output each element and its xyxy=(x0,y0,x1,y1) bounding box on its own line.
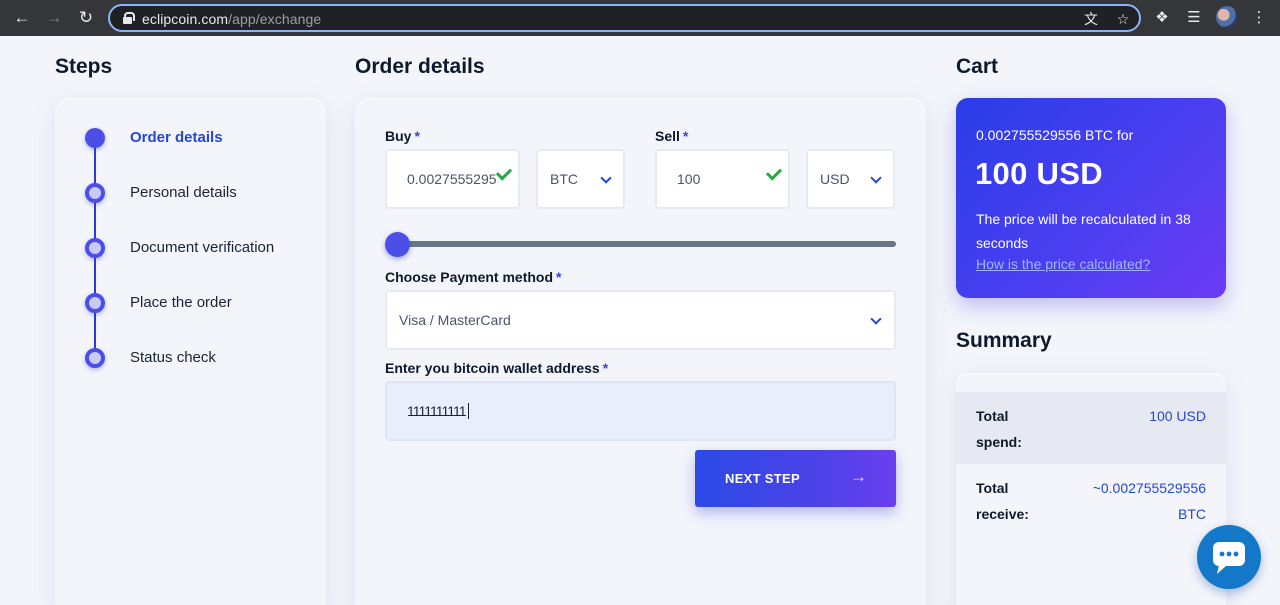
translate-icon[interactable]: 文 xyxy=(1081,9,1101,29)
chat-widget-button[interactable] xyxy=(1197,525,1261,589)
next-step-label: NEXT STEP xyxy=(725,471,800,486)
buy-amount-input[interactable]: 0.0027555295 xyxy=(385,149,520,209)
summary-row: Total spend: 100 USD xyxy=(956,392,1226,464)
sell-label: Sell * xyxy=(655,128,688,144)
summary-title: Summary xyxy=(956,329,1052,352)
buy-amount-value: 0.0027555295 xyxy=(407,171,497,187)
profile-avatar[interactable] xyxy=(1216,6,1238,28)
order-details-title: Order details xyxy=(355,55,485,78)
cart-btc-line: 0.002755529556 BTC for xyxy=(976,127,1134,143)
step-dot xyxy=(85,348,105,368)
amount-slider-thumb[interactable] xyxy=(385,232,410,257)
arrow-right-icon: → xyxy=(850,467,867,486)
sell-currency-select[interactable]: USD xyxy=(806,149,895,209)
wallet-address-label: Enter you bitcoin wallet address * xyxy=(385,360,608,376)
sell-amount-value: 100 xyxy=(677,171,701,187)
payment-method-select[interactable]: Visa / MasterCard xyxy=(385,290,896,350)
buy-currency-value: BTC xyxy=(550,171,578,187)
wallet-address-input[interactable]: 1111111111 xyxy=(385,381,896,441)
summary-value: 100 USD xyxy=(1149,408,1206,424)
buy-label-text: Buy xyxy=(385,128,412,144)
step-dot-filled xyxy=(85,128,105,148)
summary-card: Total spend: 100 USD Total receive: ~0.0… xyxy=(956,373,1226,605)
sell-currency-value: USD xyxy=(820,171,850,187)
extensions-puzzle-icon[interactable]: ❖ xyxy=(1151,7,1173,29)
step-dot xyxy=(85,238,105,258)
next-step-button[interactable]: NEXT STEP → xyxy=(695,450,896,507)
required-mark: * xyxy=(414,128,420,144)
bookmark-star-icon[interactable]: ☆ xyxy=(1113,9,1133,29)
browser-toolbar: ← → ↻ eclipcoin.com/app/exchange 文 ☆ ❖ ☰… xyxy=(0,0,1280,36)
step-label: Document verification xyxy=(130,239,275,256)
buy-currency-select[interactable]: BTC xyxy=(536,149,625,209)
kebab-menu-icon[interactable]: ⋮ xyxy=(1248,7,1270,29)
forward-arrow-icon[interactable]: → xyxy=(42,6,66,30)
required-mark: * xyxy=(556,269,562,285)
step-dot xyxy=(85,183,105,203)
chevron-down-icon xyxy=(600,172,612,184)
step-label: Place the order xyxy=(130,294,232,311)
wallet-address-value: 1111111111 xyxy=(407,403,469,419)
cart-recalc-notice: The price will be recalculated in 38 sec… xyxy=(976,211,1191,251)
check-icon xyxy=(765,164,783,181)
cart-amount: 100 USD xyxy=(975,156,1103,191)
steps-title: Steps xyxy=(55,55,113,78)
url-path: /app/exchange xyxy=(228,11,322,27)
step-dot xyxy=(85,293,105,313)
payment-method-label-text: Choose Payment method xyxy=(385,269,554,285)
payment-method-value: Visa / MasterCard xyxy=(399,312,511,328)
wallet-address-text: 1111111111 xyxy=(407,403,467,419)
url-host: eclipcoin.com xyxy=(142,11,229,27)
buy-label: Buy * xyxy=(385,128,420,144)
wallet-address-label-text: Enter you bitcoin wallet address xyxy=(385,360,600,376)
chevron-down-icon xyxy=(870,313,882,325)
lock-icon xyxy=(123,12,135,24)
required-mark: * xyxy=(602,360,609,376)
url-text: eclipcoin.com/app/exchange xyxy=(142,11,321,27)
text-caret xyxy=(467,403,469,419)
summary-row: Total receive: ~0.002755529556 BTC xyxy=(956,464,1226,536)
step-label: Order details xyxy=(130,129,223,146)
chat-bubble-icon xyxy=(1213,542,1245,574)
summary-key: Total spend: xyxy=(976,408,1022,450)
reload-icon[interactable]: ↻ xyxy=(74,6,98,30)
summary-key: Total receive: xyxy=(976,480,1029,522)
summary-value: ~0.002755529556 BTC xyxy=(1092,480,1206,522)
step-label: Status check xyxy=(130,349,216,366)
media-queue-icon[interactable]: ☰ xyxy=(1183,7,1205,29)
address-bar[interactable]: eclipcoin.com/app/exchange 文 ☆ xyxy=(108,4,1141,32)
step-label: Personal details xyxy=(130,184,237,201)
back-arrow-icon[interactable]: ← xyxy=(10,6,34,30)
price-calculation-link[interactable]: How is the price calculated? xyxy=(976,256,1150,272)
amount-slider-track[interactable] xyxy=(397,241,896,247)
chevron-down-icon xyxy=(870,172,882,184)
sell-amount-input[interactable]: 100 xyxy=(655,149,790,209)
required-mark: * xyxy=(682,128,689,144)
sell-label-text: Sell xyxy=(655,128,680,144)
cart-card: 0.002755529556 BTC for 100 USD The price… xyxy=(956,98,1226,298)
payment-method-label: Choose Payment method * xyxy=(385,269,561,285)
cart-title: Cart xyxy=(956,55,999,78)
